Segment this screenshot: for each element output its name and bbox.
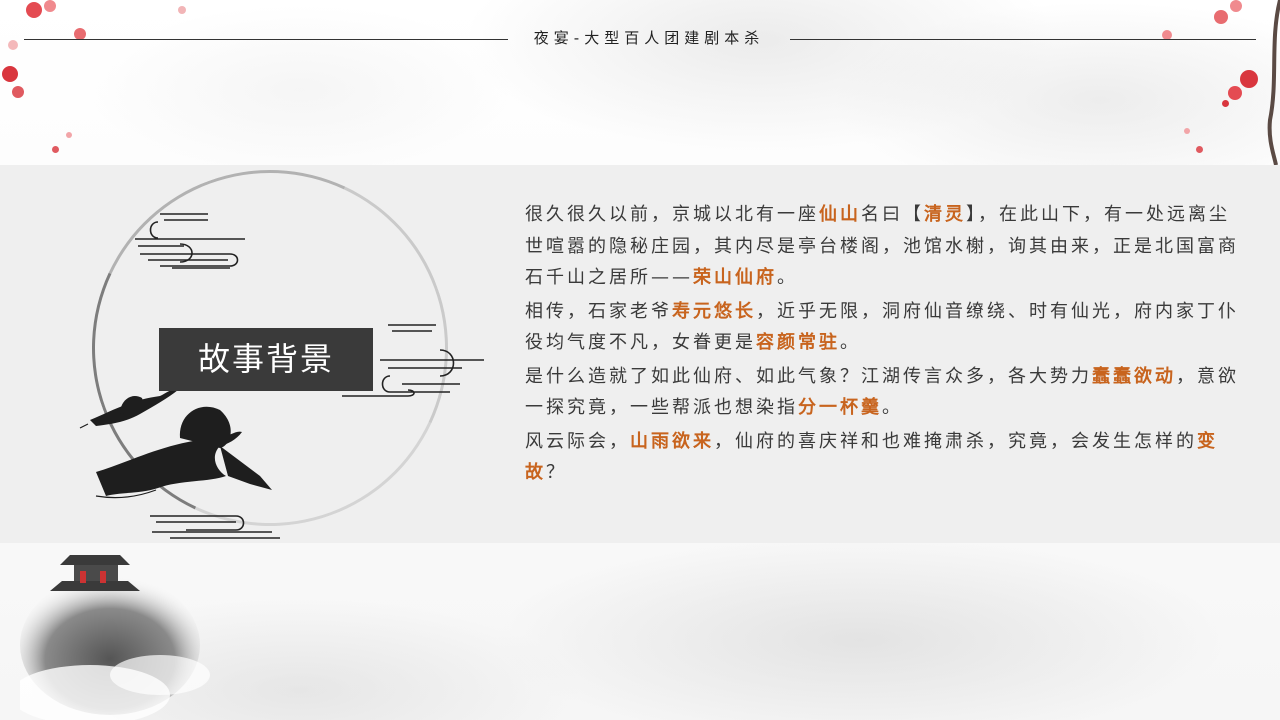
header-rule-right (790, 39, 1256, 40)
section-title: 故事背景 (197, 340, 334, 378)
story-highlight: 寿元悠长 (672, 300, 756, 322)
story-text-run: 。 (882, 397, 903, 418)
pagoda-mountain-icon (20, 555, 210, 720)
story-highlight: 荣山仙府 (693, 267, 777, 288)
page-title: 夜宴-大型百人团建剧本杀 (533, 29, 765, 47)
crane-icon (90, 389, 272, 496)
branch-icon (1267, 0, 1280, 165)
story-paragraph: 是什么造就了如此仙府、如此气象？江湖传言众多，各大势力蠢蠢欲动，意欲一探究竟，一… (525, 361, 1240, 424)
section-title-box: 故事背景 (159, 328, 373, 391)
story-highlight: 清灵 (924, 204, 966, 225)
header-rule-left (24, 39, 508, 40)
slide: 夜宴-大型百人团建剧本杀 故事背景 很久很久以前，京城以北有一座仙山名曰【清灵】… (0, 0, 1280, 720)
story-text-run: 。 (840, 332, 861, 353)
story-text-run: 相传，石家老爷 (525, 300, 672, 322)
story-text-run: 名曰【 (861, 204, 924, 225)
story-highlight: 蠢蠢欲动 (1092, 365, 1176, 387)
story-text-run: ？ (546, 462, 567, 483)
story-paragraph: 相传，石家老爷寿元悠长，近乎无限，洞府仙音缭绕、时有仙光，府内家丁仆役均气度不凡… (525, 296, 1240, 359)
story-highlight: 容颜常驻 (756, 332, 840, 353)
story-highlight: 分一杯羹 (798, 397, 882, 418)
story-text: 很久很久以前，京城以北有一座仙山名曰【清灵】，在此山下，有一处远离尘世喧嚣的隐秘… (525, 199, 1240, 491)
story-text-run: 。 (777, 267, 798, 288)
story-text-run: 风云际会， (525, 430, 630, 452)
story-highlight: 仙山 (819, 204, 861, 225)
story-text-run: ，仙府的喜庆祥和也难掩肃杀，究竟，会发生怎样的 (714, 430, 1197, 452)
story-paragraph: 很久很久以前，京城以北有一座仙山名曰【清灵】，在此山下，有一处远离尘世喧嚣的隐秘… (525, 199, 1240, 294)
story-text-run: 很久很久以前，京城以北有一座 (525, 204, 819, 225)
story-highlight: 山雨欲来 (630, 430, 714, 452)
story-paragraph: 风云际会，山雨欲来，仙府的喜庆祥和也难掩肃杀，究竟，会发生怎样的变故？ (525, 426, 1240, 489)
story-text-run: 是什么造就了如此仙府、如此气象？江湖传言众多，各大势力 (525, 365, 1092, 387)
